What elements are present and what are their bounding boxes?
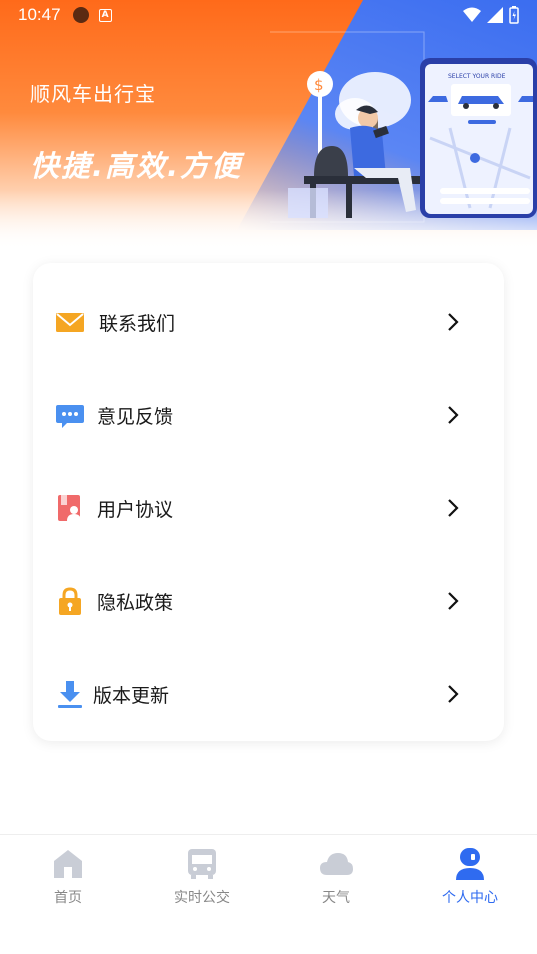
chat-bubble-icon xyxy=(56,405,84,428)
chevron-right-icon xyxy=(448,685,459,703)
status-time: 10:47 xyxy=(18,5,61,24)
bus-icon xyxy=(188,849,216,879)
chevron-right-icon xyxy=(448,592,459,610)
nav-tab-weather[interactable]: 天气 xyxy=(276,847,396,917)
nav-tab-label: 首页 xyxy=(54,890,82,906)
cloud-icon xyxy=(320,853,353,875)
menu-item-label: 意见反馈 xyxy=(97,405,174,428)
user-icon xyxy=(456,848,484,880)
menu-item-privacy-policy[interactable]: 隐私政策 xyxy=(33,566,504,636)
menu-item-contact-us[interactable]: 联系我们 xyxy=(33,287,504,357)
home-icon xyxy=(54,850,82,878)
menu-item-label: 用户协议 xyxy=(97,498,174,521)
nav-tab-label: 天气 xyxy=(322,890,350,906)
menu-item-label: 联系我们 xyxy=(99,312,176,335)
wifi-icon xyxy=(463,7,481,22)
download-icon xyxy=(58,681,82,708)
notification-dot-icon xyxy=(72,7,89,23)
ride-sharing-illustration: $ SELECT YOUR RIDE xyxy=(270,31,537,223)
nav-tab-home[interactable]: 首页 xyxy=(8,847,128,917)
menu-item-version-update[interactable]: 版本更新 xyxy=(33,659,504,729)
nav-tab-profile[interactable]: 个人中心 xyxy=(410,847,530,917)
menu-item-label: 版本更新 xyxy=(93,684,170,707)
nav-tab-realtime-bus[interactable]: 实时公交 xyxy=(142,847,262,917)
battery-icon xyxy=(509,6,519,24)
status-bar: 10:47 A xyxy=(0,0,537,30)
app-slogan: 快捷.高效.方便 xyxy=(30,149,243,183)
app-title: 顺风车出行宝 xyxy=(30,82,156,106)
menu-item-user-agreement[interactable]: 用户协议 xyxy=(33,473,504,543)
chevron-right-icon xyxy=(448,313,459,331)
envelope-icon xyxy=(56,313,84,332)
settings-menu-card: 联系我们 意见反馈 用户协议 隐私政策 版本更新 xyxy=(33,263,504,741)
chevron-right-icon xyxy=(448,406,459,424)
chevron-right-icon xyxy=(448,499,459,517)
signal-icon xyxy=(487,7,503,23)
menu-item-feedback[interactable]: 意见反馈 xyxy=(33,380,504,450)
user-document-icon xyxy=(58,495,81,521)
app-notification-icon: A xyxy=(98,8,112,22)
lock-icon xyxy=(59,587,81,615)
bottom-navigation-bar: 首页 实时公交 天气 个人中心 xyxy=(0,834,537,954)
svg-text:$: $ xyxy=(314,76,324,94)
menu-item-label: 隐私政策 xyxy=(97,591,174,614)
nav-tab-label: 个人中心 xyxy=(442,890,498,906)
nav-tab-label: 实时公交 xyxy=(174,890,230,906)
phone-screen-text: SELECT YOUR RIDE xyxy=(448,73,506,80)
